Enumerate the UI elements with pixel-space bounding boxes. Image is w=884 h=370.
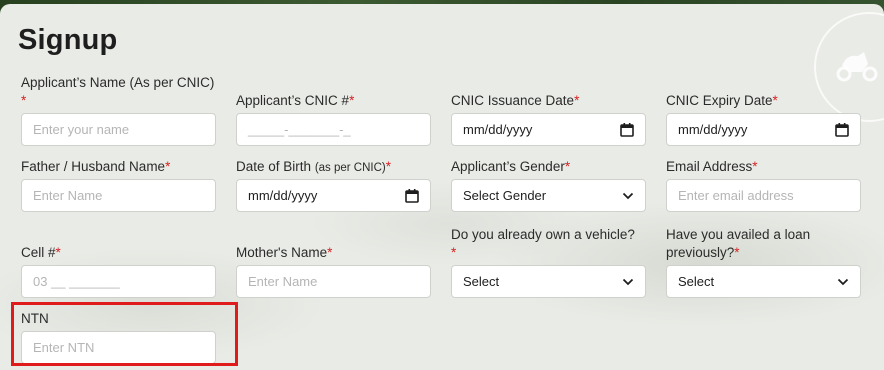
calendar-icon[interactable] bbox=[835, 122, 849, 137]
gender-select[interactable]: Select Gender bbox=[451, 179, 646, 212]
cnic-number-input[interactable]: _____-_______-_ bbox=[236, 113, 431, 146]
ntn-highlight-box bbox=[11, 302, 238, 366]
own-vehicle-label: Do you already own a vehicle? * bbox=[451, 227, 635, 260]
chevron-down-icon[interactable] bbox=[622, 192, 634, 200]
mother-name-input[interactable]: Enter Name bbox=[236, 265, 431, 298]
date-of-birth-input[interactable]: mm/dd/yyyy bbox=[236, 179, 431, 212]
chevron-down-icon[interactable] bbox=[837, 278, 849, 286]
cnic-expiry-date-label: CNIC Expiry Date* bbox=[666, 93, 778, 108]
calendar-icon[interactable] bbox=[405, 188, 419, 203]
email-input[interactable]: Enter email address bbox=[666, 179, 861, 212]
availed-loan-label: Have you availed a loan previously?* bbox=[666, 227, 811, 260]
page-title: Signup bbox=[18, 24, 118, 56]
calendar-icon[interactable] bbox=[620, 122, 634, 137]
cnic-issuance-date-label: CNIC Issuance Date* bbox=[451, 93, 580, 108]
scooter-icon bbox=[836, 52, 878, 82]
applicant-name-label: Applicant’s Name (As per CNIC) * bbox=[21, 75, 215, 108]
chevron-down-icon[interactable] bbox=[622, 278, 634, 286]
availed-loan-select[interactable]: Select bbox=[666, 265, 861, 298]
applicant-name-input[interactable]: Enter your name bbox=[21, 113, 216, 146]
father-husband-name-input[interactable]: Enter Name bbox=[21, 179, 216, 212]
father-husband-name-label: Father / Husband Name* bbox=[21, 159, 171, 174]
email-label: Email Address* bbox=[666, 159, 758, 174]
cnic-expiry-date-input[interactable]: mm/dd/yyyy bbox=[666, 113, 861, 146]
mother-name-label: Mother's Name* bbox=[236, 245, 333, 260]
cnic-number-label: Applicant’s CNIC #* bbox=[236, 93, 355, 108]
cell-label: Cell #* bbox=[21, 245, 61, 260]
gender-label: Applicant’s Gender* bbox=[451, 159, 571, 174]
own-vehicle-select[interactable]: Select bbox=[451, 265, 646, 298]
cnic-issuance-date-input[interactable]: mm/dd/yyyy bbox=[451, 113, 646, 146]
date-of-birth-label: Date of Birth (as per CNIC)* bbox=[236, 159, 392, 174]
cell-input[interactable]: 03 __ _______ bbox=[21, 265, 216, 298]
